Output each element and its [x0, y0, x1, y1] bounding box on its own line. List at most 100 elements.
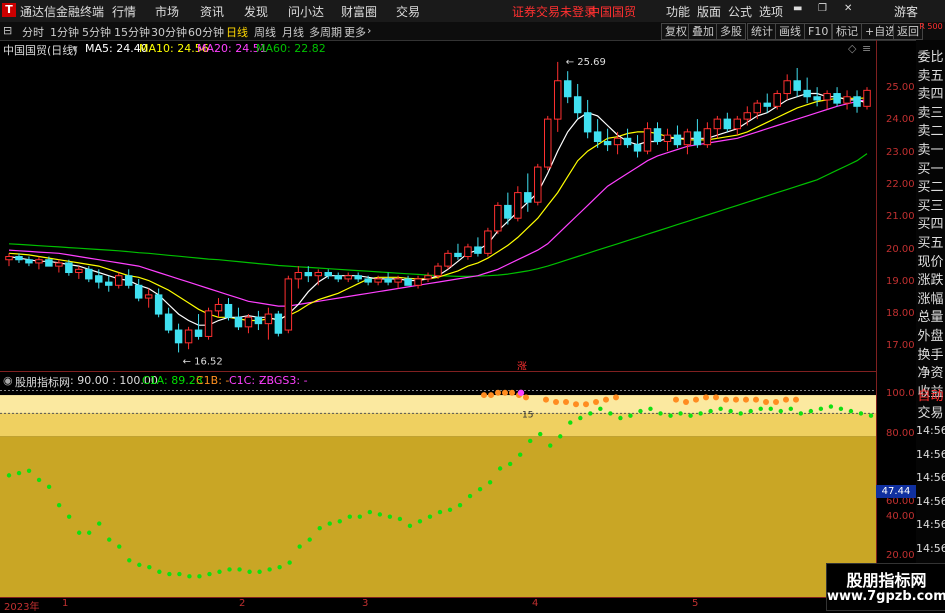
sub-indicator-chart[interactable]: 15 [0, 373, 876, 598]
candle-body [773, 93, 781, 107]
indicator-dot-green [538, 431, 543, 437]
quote-panel-item[interactable]: 换手 [916, 344, 945, 363]
period-60min[interactable]: 60分钟 [188, 24, 224, 40]
restore-icon[interactable]: ❐ [818, 3, 827, 14]
quote-panel-item[interactable]: 买五 [916, 232, 945, 251]
candle-body [713, 118, 722, 130]
period-intraday[interactable]: 分时 [22, 24, 44, 40]
candle-body [863, 89, 871, 107]
candle-body [144, 294, 153, 299]
indicator-dot-green [217, 569, 222, 574]
indicator-dot-orange [763, 398, 769, 405]
quote-panel-item[interactable]: 现价 [916, 251, 945, 270]
indicator-dot-green [66, 514, 72, 519]
menu-discover[interactable]: 发现 [244, 3, 268, 20]
quote-panel-item[interactable]: 买二 [916, 176, 945, 195]
candle-body [25, 259, 33, 264]
btn-f10[interactable]: F10 [804, 23, 833, 40]
candle-body [603, 140, 612, 146]
menu-layout[interactable]: 版面 [697, 3, 721, 20]
quote-panel-item[interactable]: 买一 [916, 158, 945, 177]
menu-ask[interactable]: 问小达 [288, 3, 324, 20]
quote-panel-item[interactable]: 涨幅 [916, 288, 945, 307]
menu-market[interactable]: 市场 [155, 3, 179, 20]
user-label[interactable]: 游客 [894, 3, 918, 20]
quote-panel-item[interactable]: 净资 [916, 362, 945, 381]
indicator-dot-green [708, 408, 713, 414]
quote-panel-item[interactable]: 卖三 [916, 102, 945, 121]
time-row: 14:56 [916, 541, 945, 555]
quote-panel-item[interactable]: 卖五 [916, 65, 945, 84]
menu-quotes[interactable]: 行情 [112, 3, 136, 20]
menu-news[interactable]: 资讯 [200, 3, 224, 20]
quote-panel-item[interactable]: 卖二 [916, 120, 945, 139]
close-icon[interactable]: ✕ [844, 3, 852, 14]
btn-adjust[interactable]: 复权 [661, 23, 691, 40]
period-monthly[interactable]: 月线 [282, 24, 304, 40]
quote-panel-item[interactable]: 买三 [916, 195, 945, 214]
period-1min[interactable]: 1分钟 [50, 24, 79, 40]
quote-panel-item[interactable]: 涨跌 [916, 269, 945, 288]
period-multi[interactable]: 多周期 [309, 24, 342, 40]
menu-formula[interactable]: 公式 [728, 3, 752, 20]
indicator-dot-green [437, 509, 443, 515]
price-tick-label: 24.00 [886, 114, 915, 125]
indicator-dot-green [748, 408, 753, 414]
indicator-dot-green [377, 512, 383, 517]
indicator-dot-green [147, 564, 152, 570]
btn-draw[interactable]: 画线 [775, 23, 805, 40]
period-15min[interactable]: 15分钟 [114, 24, 150, 40]
indicator-dot-green [317, 525, 322, 531]
quote-panel-item[interactable]: 买四 [916, 213, 945, 232]
indicator-dot-green [528, 438, 533, 444]
quote-panel-item[interactable]: 外盘 [916, 325, 945, 344]
quote-panel-item[interactable]: 卖一 [916, 139, 945, 158]
menu-wealth[interactable]: 财富圈 [341, 3, 377, 20]
login-status[interactable]: 证券交易未登录 [512, 3, 596, 20]
indicator-dot-green [568, 420, 573, 425]
indicator-dot-orange [583, 401, 589, 408]
candle-body [284, 278, 293, 331]
quote-panel-item[interactable]: 卖四 [916, 83, 945, 102]
quote-panel-item[interactable]: 委比 [916, 46, 945, 65]
candle-body [234, 316, 243, 328]
stock-name: 中国国贸 [588, 5, 637, 19]
indicator-dot-green [97, 521, 102, 526]
indicator-dot-green [227, 567, 232, 572]
candle-body [15, 256, 23, 261]
candle-body [803, 89, 811, 98]
period-5min[interactable]: 5分钟 [82, 24, 111, 40]
candle-body [334, 275, 342, 280]
candle-body [534, 166, 542, 203]
candle-body [733, 118, 742, 130]
time-row: 14:56 [916, 518, 945, 531]
indicator-dot-orange [783, 396, 789, 403]
indicator-dot-green [628, 413, 633, 418]
btn-overlay[interactable]: 叠加 [688, 23, 718, 40]
btn-mark[interactable]: 标记 [832, 23, 862, 40]
minimize-icon[interactable]: ▬ [793, 3, 802, 14]
indicator-dot-orange [481, 392, 487, 399]
btn-multi-stock[interactable]: 多股 [716, 23, 746, 40]
period-weekly[interactable]: 周线 [254, 24, 276, 40]
period-30min[interactable]: 30分钟 [151, 24, 187, 40]
quote-panel-item[interactable]: 交易 [916, 402, 945, 421]
more-chevron-icon[interactable]: › [367, 24, 371, 37]
candle-body [374, 278, 382, 283]
menu-trade[interactable]: 交易 [396, 3, 420, 20]
menu-function[interactable]: 功能 [666, 3, 690, 20]
menu-options[interactable]: 选项 [759, 3, 783, 20]
quote-panel-item[interactable]: 总量 [916, 306, 945, 325]
indicator-dot-orange [683, 398, 689, 405]
candle-body [673, 134, 682, 146]
indicator-dot-green [367, 509, 373, 515]
back-arrow-icon[interactable]: ⊟ [3, 24, 12, 37]
candle-body [703, 128, 712, 146]
candlestick-chart[interactable]: ← 25.69 ← 16.52 涨 [0, 40, 876, 370]
period-daily[interactable]: 日线 [226, 24, 248, 40]
indicator-dot-orange [733, 396, 739, 403]
btn-stats[interactable]: 统计 [747, 23, 777, 40]
indicator-dot-green [638, 408, 643, 414]
band-mid [0, 413, 876, 437]
period-more[interactable]: 更多 [344, 24, 366, 40]
